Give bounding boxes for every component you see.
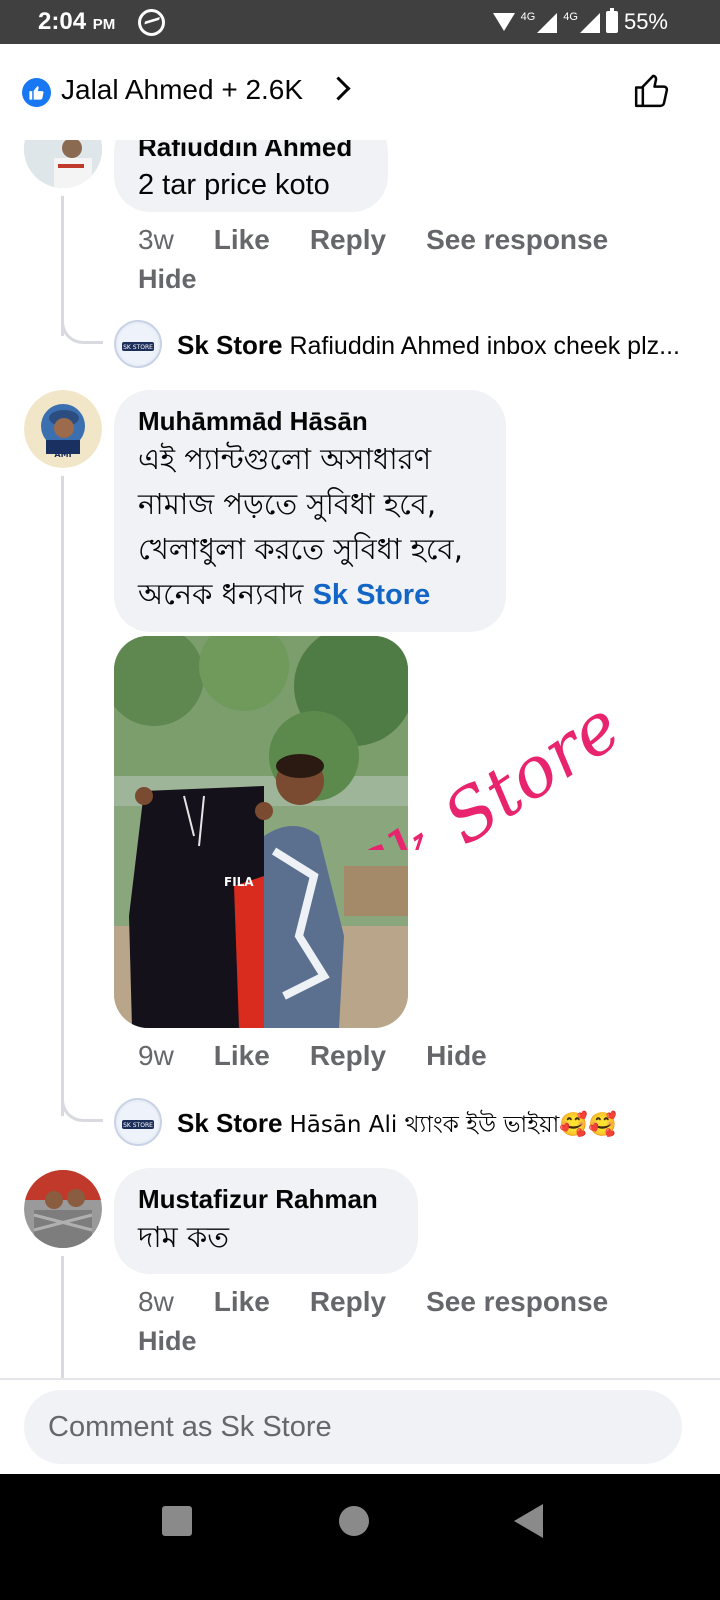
reply-text: Rafiuddin Ahmed inbox cheek plz...: [289, 332, 680, 360]
comment-bubble[interactable]: Muhāmmād Hāsān এই প্যান্টগুলো অসাধারণ না…: [114, 390, 506, 632]
svg-text:Sk Store: Sk Store: [336, 685, 620, 850]
reply-connector: [61, 1094, 103, 1122]
like-button[interactable]: Like: [214, 1040, 270, 1072]
comment-author[interactable]: Muhāmmād Hāsān: [138, 406, 482, 437]
messenger-icon: [138, 9, 165, 36]
back-icon[interactable]: [514, 1504, 543, 1538]
svg-text:AMI: AMI: [54, 450, 71, 459]
reply-text: Hāsān Ali থ্যাংক ইউ ভাইয়া🥰🥰: [289, 1112, 617, 1138]
reply-author[interactable]: Sk Store: [177, 330, 283, 360]
thread-line: [61, 196, 64, 336]
battery-icon: [605, 8, 618, 33]
home-icon[interactable]: [339, 1506, 369, 1536]
avatar[interactable]: [24, 140, 102, 188]
sk-store-avatar[interactable]: SK STORE: [114, 1098, 162, 1146]
comment-time: 3w: [138, 224, 174, 255]
hide-button[interactable]: Hide: [426, 1040, 487, 1072]
hide-button[interactable]: Hide: [138, 1326, 197, 1357]
comment-text: 2 tar price koto: [138, 169, 330, 201]
svg-text:SK STORE: SK STORE: [123, 1122, 153, 1129]
comment-thread[interactable]: Rafiuddin Ahmed 2 tar price koto 3w Like…: [0, 140, 720, 1380]
comment-time: 9w: [138, 1040, 174, 1071]
status-icons: 4G 4G 55%: [492, 8, 668, 35]
sk-store-avatar[interactable]: SK STORE: [114, 320, 162, 368]
status-bar: 2:04 PM 4G 4G 55%: [0, 0, 720, 44]
comment-text: দাম কত: [138, 1220, 230, 1254]
comment-input[interactable]: [24, 1390, 682, 1464]
comment-bubble[interactable]: Mustafizur Rahman দাম কত: [114, 1168, 418, 1274]
thumbs-up-icon[interactable]: [632, 70, 672, 110]
mention-tag[interactable]: Sk Store: [313, 579, 431, 611]
reply-button[interactable]: Reply: [310, 1286, 386, 1318]
reply-preview[interactable]: Sk Store Rafiuddin Ahmed inbox cheek plz…: [177, 330, 687, 361]
svg-text:FILA: FILA: [224, 875, 254, 889]
comment-author[interactable]: Rafiuddin Ahmed: [138, 140, 364, 163]
comment-actions: 8w Like Reply See response: [138, 1286, 608, 1318]
reply-connector: [61, 316, 103, 344]
reactors-summary[interactable]: Jalal Ahmed + 2.6K: [61, 74, 303, 106]
like-button[interactable]: Like: [214, 224, 270, 256]
battery-level: 55%: [623, 9, 668, 34]
comment-bubble[interactable]: Rafiuddin Ahmed 2 tar price koto: [114, 140, 388, 212]
comment-actions: 3w Like Reply See response: [138, 224, 608, 256]
reply-button[interactable]: Reply: [310, 1040, 386, 1072]
comment-text: এই প্যান্টগুলো অসাধারণ নামাজ পড়তে সুবিধ…: [138, 442, 463, 611]
chevron-right-icon[interactable]: [326, 76, 351, 101]
avatar[interactable]: [24, 1170, 102, 1248]
avatar[interactable]: AMI: [24, 390, 102, 468]
comment-author[interactable]: Mustafizur Rahman: [138, 1184, 394, 1215]
like-button[interactable]: Like: [214, 1286, 270, 1318]
wifi-icon: [492, 13, 515, 31]
reply-author[interactable]: Sk Store: [177, 1108, 283, 1138]
svg-text:SK STORE: SK STORE: [123, 344, 153, 351]
thread-line: [61, 1256, 64, 1380]
hide-button[interactable]: Hide: [138, 264, 197, 295]
reply-button[interactable]: Reply: [310, 224, 386, 256]
reactions-header[interactable]: Jalal Ahmed + 2.6K: [0, 44, 720, 140]
see-response-button[interactable]: See response: [426, 224, 608, 256]
thread-line: [61, 476, 64, 1116]
recents-icon[interactable]: [162, 1506, 192, 1536]
see-response-button[interactable]: See response: [426, 1286, 608, 1318]
system-nav-bar: [0, 1474, 720, 1600]
reply-preview[interactable]: Sk Store Hāsān Ali থ্যাংক ইউ ভাইয়া🥰🥰: [177, 1106, 697, 1145]
signal-icon: 4G: [521, 11, 558, 33]
comment-composer: [0, 1378, 720, 1474]
status-time: 2:04 PM: [38, 8, 116, 35]
photo-watermark: Sk Store: [336, 685, 620, 850]
comment-actions: 9w Like Reply Hide: [138, 1040, 487, 1072]
like-badge-icon: [22, 78, 51, 107]
signal-icon-2: 4G: [563, 11, 600, 33]
comment-time: 8w: [138, 1286, 174, 1317]
